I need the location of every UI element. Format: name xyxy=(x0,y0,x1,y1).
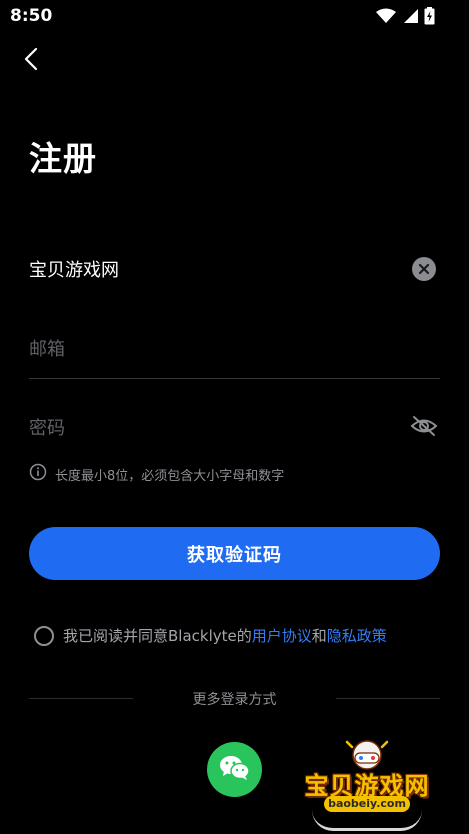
privacy-link[interactable]: 隐私政策 xyxy=(327,625,387,646)
eye-off-icon xyxy=(410,415,438,441)
email-underline xyxy=(29,378,440,379)
clear-input-button[interactable] xyxy=(412,257,436,281)
terms-link[interactable]: 用户协议 xyxy=(252,625,312,646)
watermark-arc xyxy=(312,810,422,831)
agreement-prefix: 我已阅读并同意Blacklyte的 xyxy=(63,627,252,645)
cellular-signal-icon xyxy=(402,8,418,28)
alt-login-label: 更多登录方式 xyxy=(192,692,277,708)
password-hint: 长度最小8位，必须包含大小字母和数字 xyxy=(29,463,284,485)
agreement-row: 我已阅读并同意Blacklyte的 用户协议 和 隐私政策 xyxy=(34,625,387,646)
status-icons xyxy=(376,7,435,29)
agreement-conjunction: 和 xyxy=(311,627,327,645)
page-title: 注册 xyxy=(29,139,97,178)
username-field-container xyxy=(29,239,440,299)
status-time: 8:50 xyxy=(10,6,53,26)
email-field-container xyxy=(29,319,440,379)
watermark-logo: 宝贝游戏网 baobeiy.com xyxy=(292,738,442,831)
wechat-login-button[interactable] xyxy=(207,742,262,797)
back-button[interactable] xyxy=(16,46,46,76)
password-field-container xyxy=(29,398,440,458)
agreement-checkbox[interactable] xyxy=(34,625,54,646)
password-input[interactable] xyxy=(29,398,389,458)
clear-circle-icon xyxy=(418,260,430,279)
status-bar: 8:50 xyxy=(0,0,469,34)
divider-line-right xyxy=(336,698,440,699)
chevron-left-icon xyxy=(24,47,38,75)
battery-charging-icon xyxy=(424,7,435,29)
password-hint-text: 长度最小8位，必须包含大小字母和数字 xyxy=(55,468,285,484)
wechat-icon xyxy=(219,754,251,786)
email-input[interactable] xyxy=(29,319,389,379)
info-icon xyxy=(29,463,47,485)
username-input[interactable] xyxy=(29,239,389,299)
get-verification-code-button[interactable]: 获取验证码 xyxy=(29,527,440,580)
alt-login-divider: 更多登录方式 xyxy=(29,688,440,708)
password-visibility-toggle[interactable] xyxy=(410,414,438,442)
wifi-icon xyxy=(376,8,396,28)
